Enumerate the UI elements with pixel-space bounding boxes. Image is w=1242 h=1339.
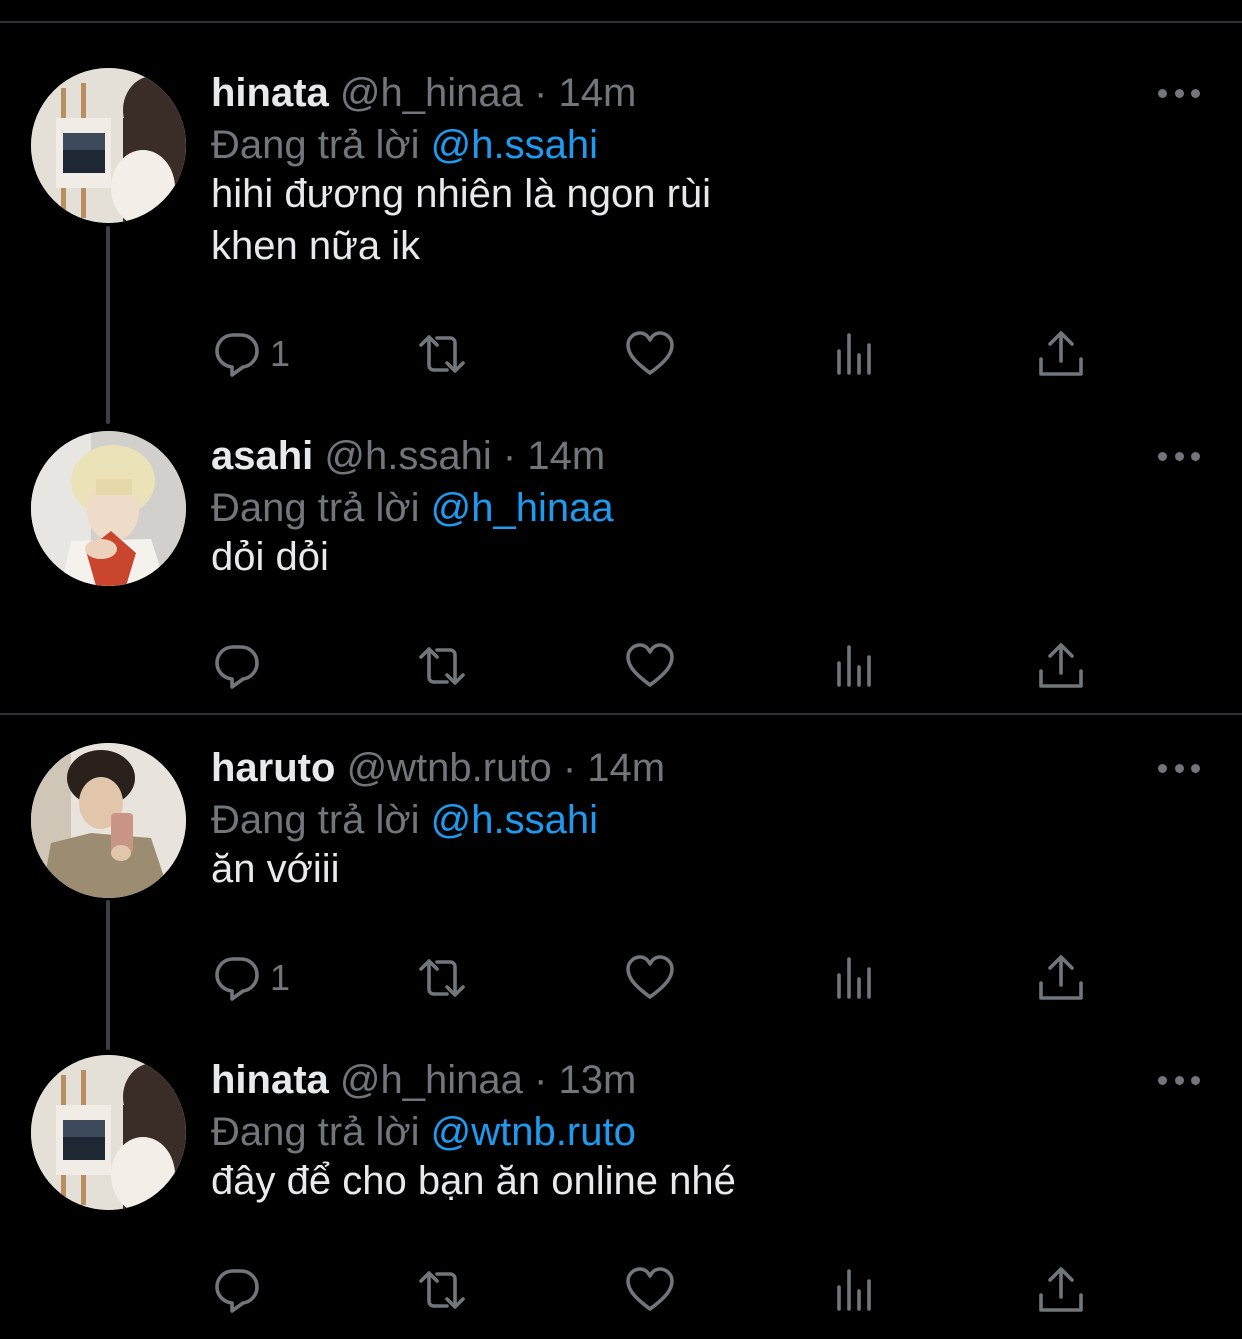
replying-label: Đang trả lời — [211, 486, 420, 530]
share-button[interactable] — [1036, 324, 1086, 384]
tweet-actions: 1 — [0, 324, 1242, 384]
avatar-hinata[interactable] — [31, 68, 186, 223]
avatar-haruto[interactable] — [31, 743, 186, 898]
share-button[interactable] — [1036, 948, 1086, 1008]
reply-icon — [215, 957, 259, 1001]
user-handle[interactable]: @h_hinaa — [340, 71, 523, 115]
timestamp[interactable]: · 13m — [534, 1058, 636, 1102]
reply-button[interactable] — [212, 636, 270, 696]
tweet-header: hinata @h_hinaa · 14m — [211, 68, 636, 118]
replying-to: Đang trả lời @h.ssahi — [211, 120, 598, 170]
replying-label: Đang trả lời — [211, 1110, 420, 1154]
reply-count: 1 — [270, 957, 291, 998]
heart-icon — [626, 331, 674, 375]
like-button[interactable] — [625, 636, 675, 696]
tweet-actions: 1 — [0, 948, 1242, 1008]
retweet-icon — [419, 335, 465, 373]
tweet-text: đây để cho bạn ăn online nhé — [211, 1159, 736, 1203]
retweet-icon — [419, 1271, 465, 1309]
like-button[interactable] — [625, 948, 675, 1008]
reply-handle-link[interactable]: @h.ssahi — [431, 123, 598, 167]
tweet-header: haruto @wtnb.ruto · 14m — [211, 743, 665, 793]
tweet-text: hihi đương nhiên là ngon rùi khen nữa ik — [211, 172, 712, 268]
timestamp[interactable]: · 14m — [503, 434, 605, 478]
reply-handle-link[interactable]: @h_hinaa — [431, 486, 614, 530]
tweet-header: hinata @h_hinaa · 13m — [211, 1055, 636, 1105]
reply-icon — [215, 333, 259, 377]
top-divider — [0, 21, 1242, 23]
analytics-icon — [837, 333, 871, 375]
tweet-actions — [0, 636, 1242, 696]
conversation-divider — [0, 713, 1242, 715]
tweet-actions — [0, 1260, 1242, 1320]
analytics-button[interactable] — [830, 948, 880, 1008]
reply-handle-link[interactable]: @wtnb.ruto — [431, 1110, 636, 1154]
user-handle[interactable]: @h.ssahi — [324, 434, 491, 478]
share-icon — [1039, 955, 1083, 1000]
reply-icon — [215, 645, 259, 689]
more-options-icon[interactable] — [1156, 743, 1202, 793]
user-handle[interactable]: @wtnb.ruto — [347, 746, 552, 790]
analytics-button[interactable] — [830, 636, 880, 696]
share-button[interactable] — [1036, 1260, 1086, 1320]
analytics-icon — [837, 645, 871, 687]
like-button[interactable] — [625, 1260, 675, 1320]
avatar-asahi[interactable] — [31, 431, 186, 586]
replying-label: Đang trả lời — [211, 123, 420, 167]
display-name[interactable]: hinata — [211, 71, 329, 115]
reply-handle-link[interactable]: @h.ssahi — [431, 798, 598, 842]
replying-to: Đang trả lời @h.ssahi — [211, 795, 598, 845]
heart-icon — [626, 1267, 674, 1311]
reply-icon — [215, 1269, 259, 1313]
analytics-icon — [837, 1269, 871, 1311]
heart-icon — [626, 955, 674, 999]
more-options-icon[interactable] — [1156, 431, 1202, 481]
like-button[interactable] — [625, 324, 675, 384]
retweet-button[interactable] — [417, 324, 467, 384]
retweet-button[interactable] — [417, 1260, 467, 1320]
tweet-text: ăn vớiii — [211, 847, 340, 891]
timestamp[interactable]: · 14m — [563, 746, 665, 790]
retweet-button[interactable] — [417, 948, 467, 1008]
more-options-icon[interactable] — [1156, 1055, 1202, 1105]
reply-button[interactable]: 1 — [212, 948, 290, 1008]
reply-button[interactable] — [212, 1260, 270, 1320]
analytics-button[interactable] — [830, 324, 880, 384]
replying-label: Đang trả lời — [211, 798, 420, 842]
timestamp[interactable]: · 14m — [534, 71, 636, 115]
analytics-button[interactable] — [830, 1260, 880, 1320]
user-handle[interactable]: @h_hinaa — [340, 1058, 523, 1102]
retweet-icon — [419, 647, 465, 685]
share-icon — [1039, 331, 1083, 376]
share-icon — [1039, 643, 1083, 688]
replying-to: Đang trả lời @wtnb.ruto — [211, 1107, 636, 1157]
reply-count: 1 — [270, 333, 291, 374]
display-name[interactable]: haruto — [211, 746, 335, 790]
share-icon — [1039, 1267, 1083, 1312]
analytics-icon — [837, 957, 871, 999]
more-options-icon[interactable] — [1156, 68, 1202, 118]
retweet-icon — [419, 959, 465, 997]
display-name[interactable]: hinata — [211, 1058, 329, 1102]
retweet-button[interactable] — [417, 636, 467, 696]
tweet-header: asahi @h.ssahi · 14m — [211, 431, 605, 481]
share-button[interactable] — [1036, 636, 1086, 696]
heart-icon — [626, 643, 674, 687]
avatar-hinata[interactable] — [31, 1055, 186, 1210]
tweet-text: dỏi dỏi — [211, 535, 329, 579]
replying-to: Đang trả lời @h_hinaa — [211, 483, 614, 533]
reply-button[interactable]: 1 — [212, 324, 290, 384]
display-name[interactable]: asahi — [211, 434, 313, 478]
